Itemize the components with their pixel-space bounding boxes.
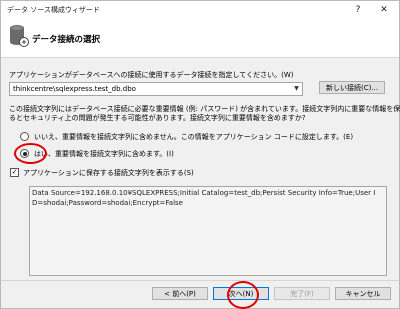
chevron-down-icon[interactable]: ▼ xyxy=(291,83,302,95)
next-button-highlight-circle xyxy=(227,281,259,309)
include-sensitive-label[interactable]: はい、重要情報を接続文字列に含めます。(I) xyxy=(34,149,174,159)
page-title: データ接続の選択 xyxy=(32,35,101,45)
help-button[interactable]: ? xyxy=(347,2,369,18)
footer-divider xyxy=(1,280,399,281)
connection-string-textbox[interactable]: Data Source=192.168.0.10¥SQLEXPRESS;Init… xyxy=(29,186,387,276)
show-connection-string-label[interactable]: アプリケーションに保存する接続文字列を表示する(S) xyxy=(23,168,194,178)
back-button[interactable]: < 前へ(P) xyxy=(152,287,208,300)
connection-string-value: Data Source=192.168.0.10¥SQLEXPRESS;Init… xyxy=(32,189,376,207)
database-icon xyxy=(10,25,29,47)
finish-button[interactable]: 完了(F) xyxy=(274,287,330,300)
window-title: データ ソース構成ウィザード xyxy=(7,6,100,14)
include-option-highlight-circle xyxy=(14,143,47,164)
connection-select[interactable]: thinkcentre\sqlexpress.test_db.dbo ▼ xyxy=(9,82,303,96)
sensitive-info-description-line2: るとセキュリティ上の問題が発生する可能性があります。接続文字列に重要情報を含めま… xyxy=(9,114,306,122)
cancel-button[interactable]: キャンセル xyxy=(335,287,391,300)
close-button[interactable]: ✕ xyxy=(373,2,395,18)
connection-select-value: thinkcentre\sqlexpress.test_db.dbo xyxy=(13,85,136,93)
show-connection-string-checkbox[interactable]: ✓ xyxy=(10,168,19,177)
wizard-header: データ接続の選択 xyxy=(1,19,399,58)
new-connection-button[interactable]: 新しい接続(C)... xyxy=(319,81,385,94)
title-bar: データ ソース構成ウィザード ? ✕ xyxy=(1,1,399,19)
wizard-window: データ ソース構成ウィザード ? ✕ データ接続の選択 アプリケーションがデータ… xyxy=(0,0,400,309)
connection-prompt-label: アプリケーションがデータベースへの接続に使用するデータ接続を指定してください。(… xyxy=(9,71,294,79)
exclude-sensitive-radio[interactable] xyxy=(20,132,29,141)
exclude-sensitive-label[interactable]: いいえ、重要情報を接続文字列に含めません。この情報をアプリケーション コードに設… xyxy=(34,132,353,142)
checkmark-icon: ✓ xyxy=(11,168,18,176)
